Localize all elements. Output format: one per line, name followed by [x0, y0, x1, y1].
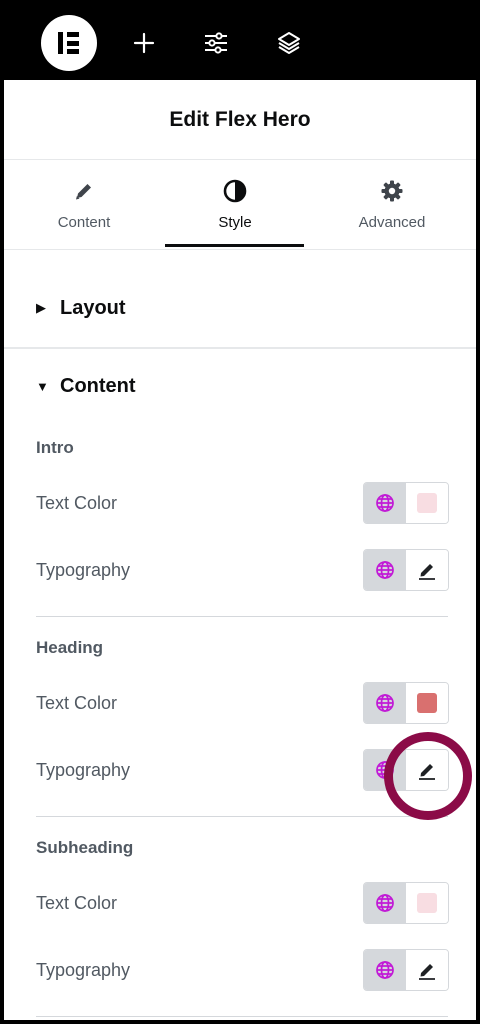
section-layout-header[interactable]: ▶ Layout — [4, 286, 476, 330]
group-title-subheading: Subheading — [36, 838, 134, 857]
sliders-icon[interactable] — [199, 26, 233, 60]
layers-icon[interactable] — [272, 26, 306, 60]
tab-label: Advanced — [358, 214, 426, 231]
globe-icon — [376, 494, 394, 512]
pencil-icon — [419, 964, 435, 980]
caret-right-icon: ▶ — [36, 300, 46, 315]
editor-panel: Edit Flex Hero Content Style Advanced ▶ … — [4, 4, 476, 1020]
text-color-label: Text Color — [36, 693, 118, 713]
group-divider — [36, 1016, 448, 1017]
globe-icon — [376, 894, 394, 912]
global-colors-button[interactable] — [364, 683, 406, 723]
panel-tabs: Content Style Advanced — [4, 160, 476, 250]
panel-header: Edit Flex Hero — [4, 80, 476, 160]
heading-text-color-control — [363, 682, 449, 724]
group-divider — [36, 616, 448, 617]
typography-label: Typography — [36, 560, 131, 580]
pencil-icon — [73, 178, 95, 204]
tab-label: Content — [57, 214, 111, 231]
global-fonts-button[interactable] — [364, 550, 406, 590]
pencil-icon — [419, 564, 435, 580]
color-swatch — [417, 693, 437, 713]
tab-label: Style — [218, 214, 252, 231]
tab-style[interactable]: Style — [165, 160, 305, 250]
section-title: Layout — [60, 296, 126, 319]
section-title: Content — [60, 374, 136, 397]
gear-icon — [380, 178, 404, 204]
color-picker-button[interactable] — [406, 883, 448, 923]
plus-icon[interactable] — [127, 26, 161, 60]
text-color-label: Text Color — [36, 893, 118, 913]
highlight-ring — [384, 732, 472, 820]
color-swatch — [417, 493, 437, 513]
edit-typography-button[interactable] — [406, 550, 448, 590]
color-picker-button[interactable] — [406, 483, 448, 523]
section-content-header[interactable]: ▼ Content — [4, 364, 476, 408]
edit-typography-button[interactable] — [406, 950, 448, 990]
group-title-heading: Heading — [36, 638, 104, 657]
top-bar — [4, 4, 476, 80]
globe-icon — [376, 561, 394, 579]
global-colors-button[interactable] — [364, 483, 406, 523]
globe-icon — [376, 694, 394, 712]
global-colors-button[interactable] — [364, 883, 406, 923]
subheading-text-color-control — [363, 882, 449, 924]
section-divider — [4, 347, 476, 349]
intro-text-color-control — [363, 482, 449, 524]
subheading-typography-control — [363, 949, 449, 991]
color-swatch — [417, 893, 437, 913]
globe-icon — [376, 961, 394, 979]
half-circle-icon — [222, 178, 248, 204]
text-color-label: Text Color — [36, 493, 118, 513]
global-fonts-button[interactable] — [364, 950, 406, 990]
active-tab-indicator — [165, 244, 304, 247]
typography-label: Typography — [36, 960, 131, 980]
group-title-intro: Intro — [36, 438, 74, 457]
color-picker-button[interactable] — [406, 683, 448, 723]
elementor-logo-icon[interactable] — [41, 15, 97, 71]
page-title: Edit Flex Hero — [169, 107, 311, 131]
caret-down-icon: ▼ — [36, 378, 49, 394]
intro-typography-control — [363, 549, 449, 591]
tab-content[interactable]: Content — [14, 160, 154, 250]
group-divider — [36, 816, 448, 817]
tab-advanced[interactable]: Advanced — [322, 160, 462, 250]
typography-label: Typography — [36, 760, 131, 780]
